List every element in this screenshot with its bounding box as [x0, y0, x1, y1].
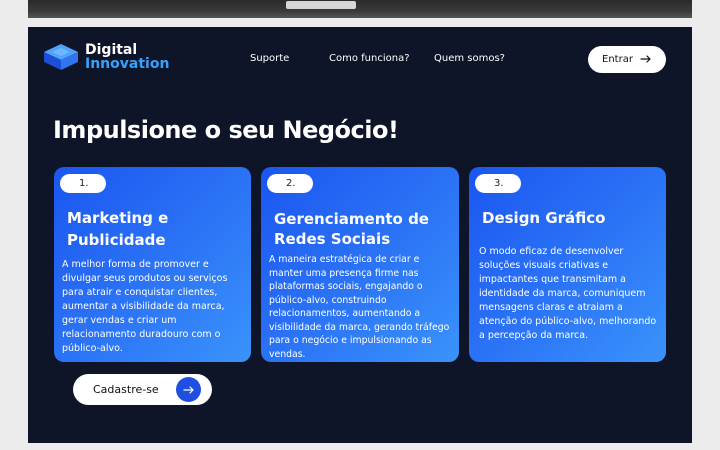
arrow-right-icon — [176, 377, 201, 402]
previous-section-image — [28, 0, 692, 18]
card-description: A maneira estratégica de criar e manter … — [269, 254, 450, 360]
card-number-badge: 3. — [475, 174, 521, 193]
nav-link-quem-somos[interactable]: Quem somos? — [434, 53, 505, 64]
nav-link-como-funciona[interactable]: Como funciona? — [329, 53, 410, 64]
brand-name-line1: Digital — [85, 42, 138, 58]
login-button[interactable]: Entrar — [588, 46, 666, 73]
service-card-marketing: 1. Marketing e Publicidade A melhor form… — [54, 167, 251, 362]
brand-name: Digital Innovation — [85, 43, 169, 71]
signup-button[interactable]: Cadastre-se — [73, 374, 212, 405]
login-button-label: Entrar — [602, 54, 633, 65]
page-title: Impulsione o seu Negócio! — [53, 116, 399, 144]
landing-section: Digital Innovation Suporte Como funciona… — [28, 27, 692, 443]
card-description: O modo eficaz de desenvolver soluções vi… — [479, 246, 657, 341]
brand-logo[interactable]: Digital Innovation — [42, 42, 169, 72]
card-number-badge: 1. — [60, 174, 106, 193]
card-title: Design Gráfico — [482, 209, 606, 227]
card-number-badge: 2. — [267, 174, 313, 193]
light-reflection — [286, 1, 356, 9]
signup-button-label: Cadastre-se — [93, 383, 159, 396]
card-title: Gerenciamento de Redes Sociais — [274, 210, 429, 248]
arrow-right-icon — [640, 53, 652, 65]
card-title: Marketing e Publicidade — [67, 209, 169, 249]
service-card-social-media: 2. Gerenciamento de Redes Sociais A mane… — [261, 167, 459, 362]
card-description: A melhor forma de promover e divulgar se… — [62, 259, 228, 354]
service-card-design: 3. Design Gráfico O modo eficaz de desen… — [469, 167, 666, 362]
nav-link-suporte[interactable]: Suporte — [250, 53, 289, 64]
brand-name-line2: Innovation — [85, 56, 170, 72]
cube-logo-icon — [42, 42, 80, 72]
